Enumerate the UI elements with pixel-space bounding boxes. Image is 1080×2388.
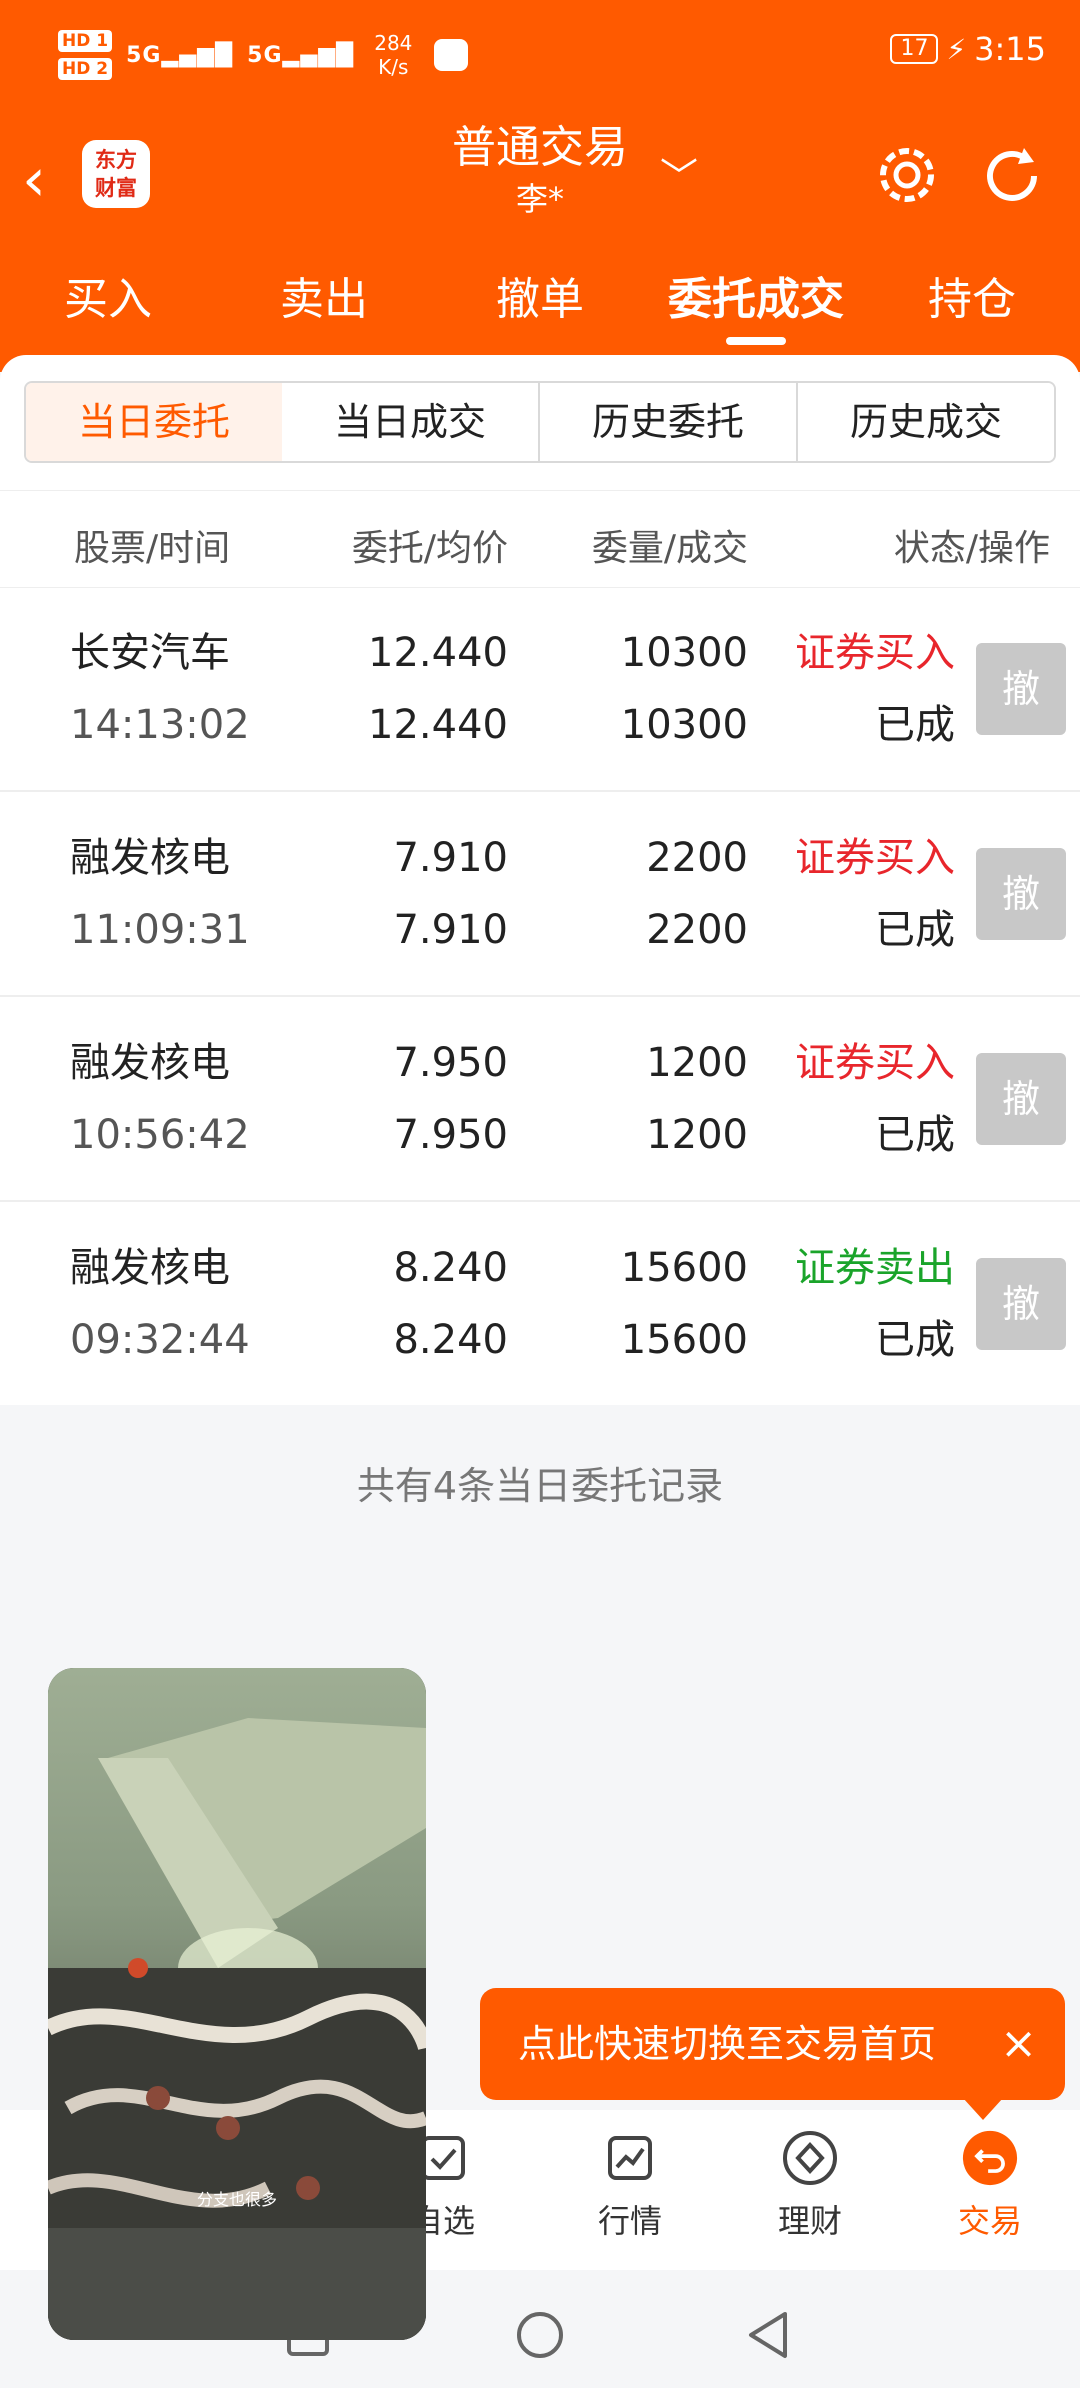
table-header: 股票/时间 委托/均价 委量/成交 状态/操作 <box>0 490 1080 588</box>
battery-icon: 17 <box>890 34 939 64</box>
order-status: 已成 <box>875 1317 955 1363</box>
title-bar: ‹ 东方 财富 普通交易 李* ﹀ <box>0 120 1080 250</box>
charging-icon: ⚡ <box>946 32 967 66</box>
tooltip-text: 点此快速切换至交易首页 <box>518 2022 937 2066</box>
avg-price: 12.440 <box>368 702 508 748</box>
order-price: 8.240 <box>393 1245 508 1291</box>
status-bar: HD 1 HD 2 5G▂▄▆█ 5G▂▄▆█ 284 K/s 17 ⚡ 3:1… <box>0 0 1080 110</box>
order-qty: 2200 <box>646 835 748 881</box>
column-header: 股票/时间 <box>74 528 231 569</box>
refresh-icon[interactable] <box>976 140 1048 216</box>
hd2-badge: HD 2 <box>58 58 113 80</box>
nav-market[interactable]: 行情 <box>565 2130 695 2242</box>
column-header: 状态/操作 <box>893 528 1050 569</box>
nav-wealth[interactable]: 理财 <box>745 2130 875 2242</box>
order-price: 7.910 <box>393 835 508 881</box>
filled-qty: 15600 <box>620 1317 748 1363</box>
bag-icon <box>434 39 469 71</box>
network-speed: 284 K/s <box>374 31 413 79</box>
signal-icon: 5G▂▄▆█ <box>247 42 355 68</box>
subtab-today-orders[interactable]: 当日委托 <box>26 383 284 461</box>
order-time: 11:09:31 <box>70 907 250 953</box>
stock-name: 融发核电 <box>70 1245 230 1291</box>
avg-price: 7.950 <box>393 1112 508 1158</box>
avg-price: 8.240 <box>393 1317 508 1363</box>
order-operation: 证券买入 <box>795 1040 955 1086</box>
order-qty: 15600 <box>620 1245 748 1291</box>
video-frame-image <box>48 1668 426 2340</box>
record-count: 共有4条当日委托记录 <box>356 1464 724 1508</box>
cancel-order-button[interactable]: 撤 <box>976 1053 1066 1145</box>
order-price: 7.950 <box>393 1040 508 1086</box>
cancel-order-button[interactable]: 撤 <box>976 848 1066 940</box>
quick-switch-tooltip[interactable]: 点此快速切换至交易首页 × <box>480 1988 1065 2120</box>
stock-name: 融发核电 <box>70 1040 230 1086</box>
table-row[interactable]: 融发核电 11:09:31 7.910 7.910 2200 2200 证券买入… <box>0 792 1080 997</box>
hd1-badge: HD 1 <box>58 30 113 52</box>
table-row[interactable]: 融发核电 10:56:42 7.950 7.950 1200 1200 证券买入… <box>0 997 1080 1202</box>
order-status: 已成 <box>875 702 955 748</box>
gear-icon[interactable] <box>872 140 942 214</box>
table-row[interactable]: 融发核电 09:32:44 8.240 8.240 15600 15600 证券… <box>0 1202 1080 1407</box>
signal-icon: 5G▂▄▆█ <box>126 42 234 68</box>
app-header: HD 1 HD 2 5G▂▄▆█ 5G▂▄▆█ 284 K/s 17 ⚡ 3:1… <box>0 0 1080 372</box>
floating-video-window[interactable]: 分支也很多 <box>48 1668 426 2340</box>
close-icon[interactable]: × <box>1000 1988 1037 2100</box>
orders-panel: 当日委托 当日成交 历史委托 历史成交 股票/时间 委托/均价 委量/成交 状态… <box>0 355 1080 1405</box>
orders-table: 长安汽车 14:13:02 12.440 12.440 10300 10300 … <box>0 587 1080 1407</box>
table-row[interactable]: 长安汽车 14:13:02 12.440 12.440 10300 10300 … <box>0 587 1080 792</box>
order-status: 已成 <box>875 907 955 953</box>
tab-positions[interactable]: 持仓 <box>864 255 1080 345</box>
video-caption: 分支也很多 <box>196 2190 277 2209</box>
column-header: 委托/均价 <box>351 528 508 569</box>
chevron-down-icon[interactable]: ﹀ <box>660 146 698 201</box>
diamond-icon <box>782 2130 838 2186</box>
order-operation: 证券卖出 <box>795 1245 955 1291</box>
order-operation: 证券买入 <box>795 630 955 676</box>
order-time: 09:32:44 <box>70 1317 250 1363</box>
avg-price: 7.910 <box>393 907 508 953</box>
filled-qty: 2200 <box>646 907 748 953</box>
order-qty: 1200 <box>646 1040 748 1086</box>
home-icon[interactable] <box>515 2310 565 2360</box>
column-header: 委量/成交 <box>591 528 748 569</box>
cancel-order-button[interactable]: 撤 <box>976 1258 1066 1350</box>
order-qty: 10300 <box>620 630 748 676</box>
subtab-history-orders[interactable]: 历史委托 <box>540 383 798 461</box>
trade-tabs: 买入 卖出 撤单 委托成交 持仓 <box>0 255 1080 345</box>
stock-name: 融发核电 <box>70 835 230 881</box>
back-nav-icon[interactable] <box>745 2310 791 2360</box>
cancel-order-button[interactable]: 撤 <box>976 643 1066 735</box>
order-operation: 证券买入 <box>795 835 955 881</box>
stock-name: 长安汽车 <box>70 630 230 676</box>
filled-qty: 1200 <box>646 1112 748 1158</box>
subtab-today-fills[interactable]: 当日成交 <box>282 383 540 461</box>
chart-icon <box>602 2130 658 2186</box>
filled-qty: 10300 <box>620 702 748 748</box>
tab-cancel-order[interactable]: 撤单 <box>432 255 648 345</box>
order-time: 10:56:42 <box>70 1112 250 1158</box>
clock: 3:15 <box>974 30 1046 68</box>
order-subtabs: 当日委托 当日成交 历史委托 历史成交 <box>24 381 1056 463</box>
order-status: 已成 <box>875 1112 955 1158</box>
nav-trade[interactable]: 交易 <box>925 2130 1055 2242</box>
order-time: 14:13:02 <box>70 702 250 748</box>
trade-icon <box>962 2130 1018 2186</box>
tab-buy[interactable]: 买入 <box>0 255 216 345</box>
subtab-history-fills[interactable]: 历史成交 <box>798 383 1054 461</box>
tab-sell[interactable]: 卖出 <box>216 255 432 345</box>
order-price: 12.440 <box>368 630 508 676</box>
tab-orders-fills[interactable]: 委托成交 <box>648 255 864 345</box>
